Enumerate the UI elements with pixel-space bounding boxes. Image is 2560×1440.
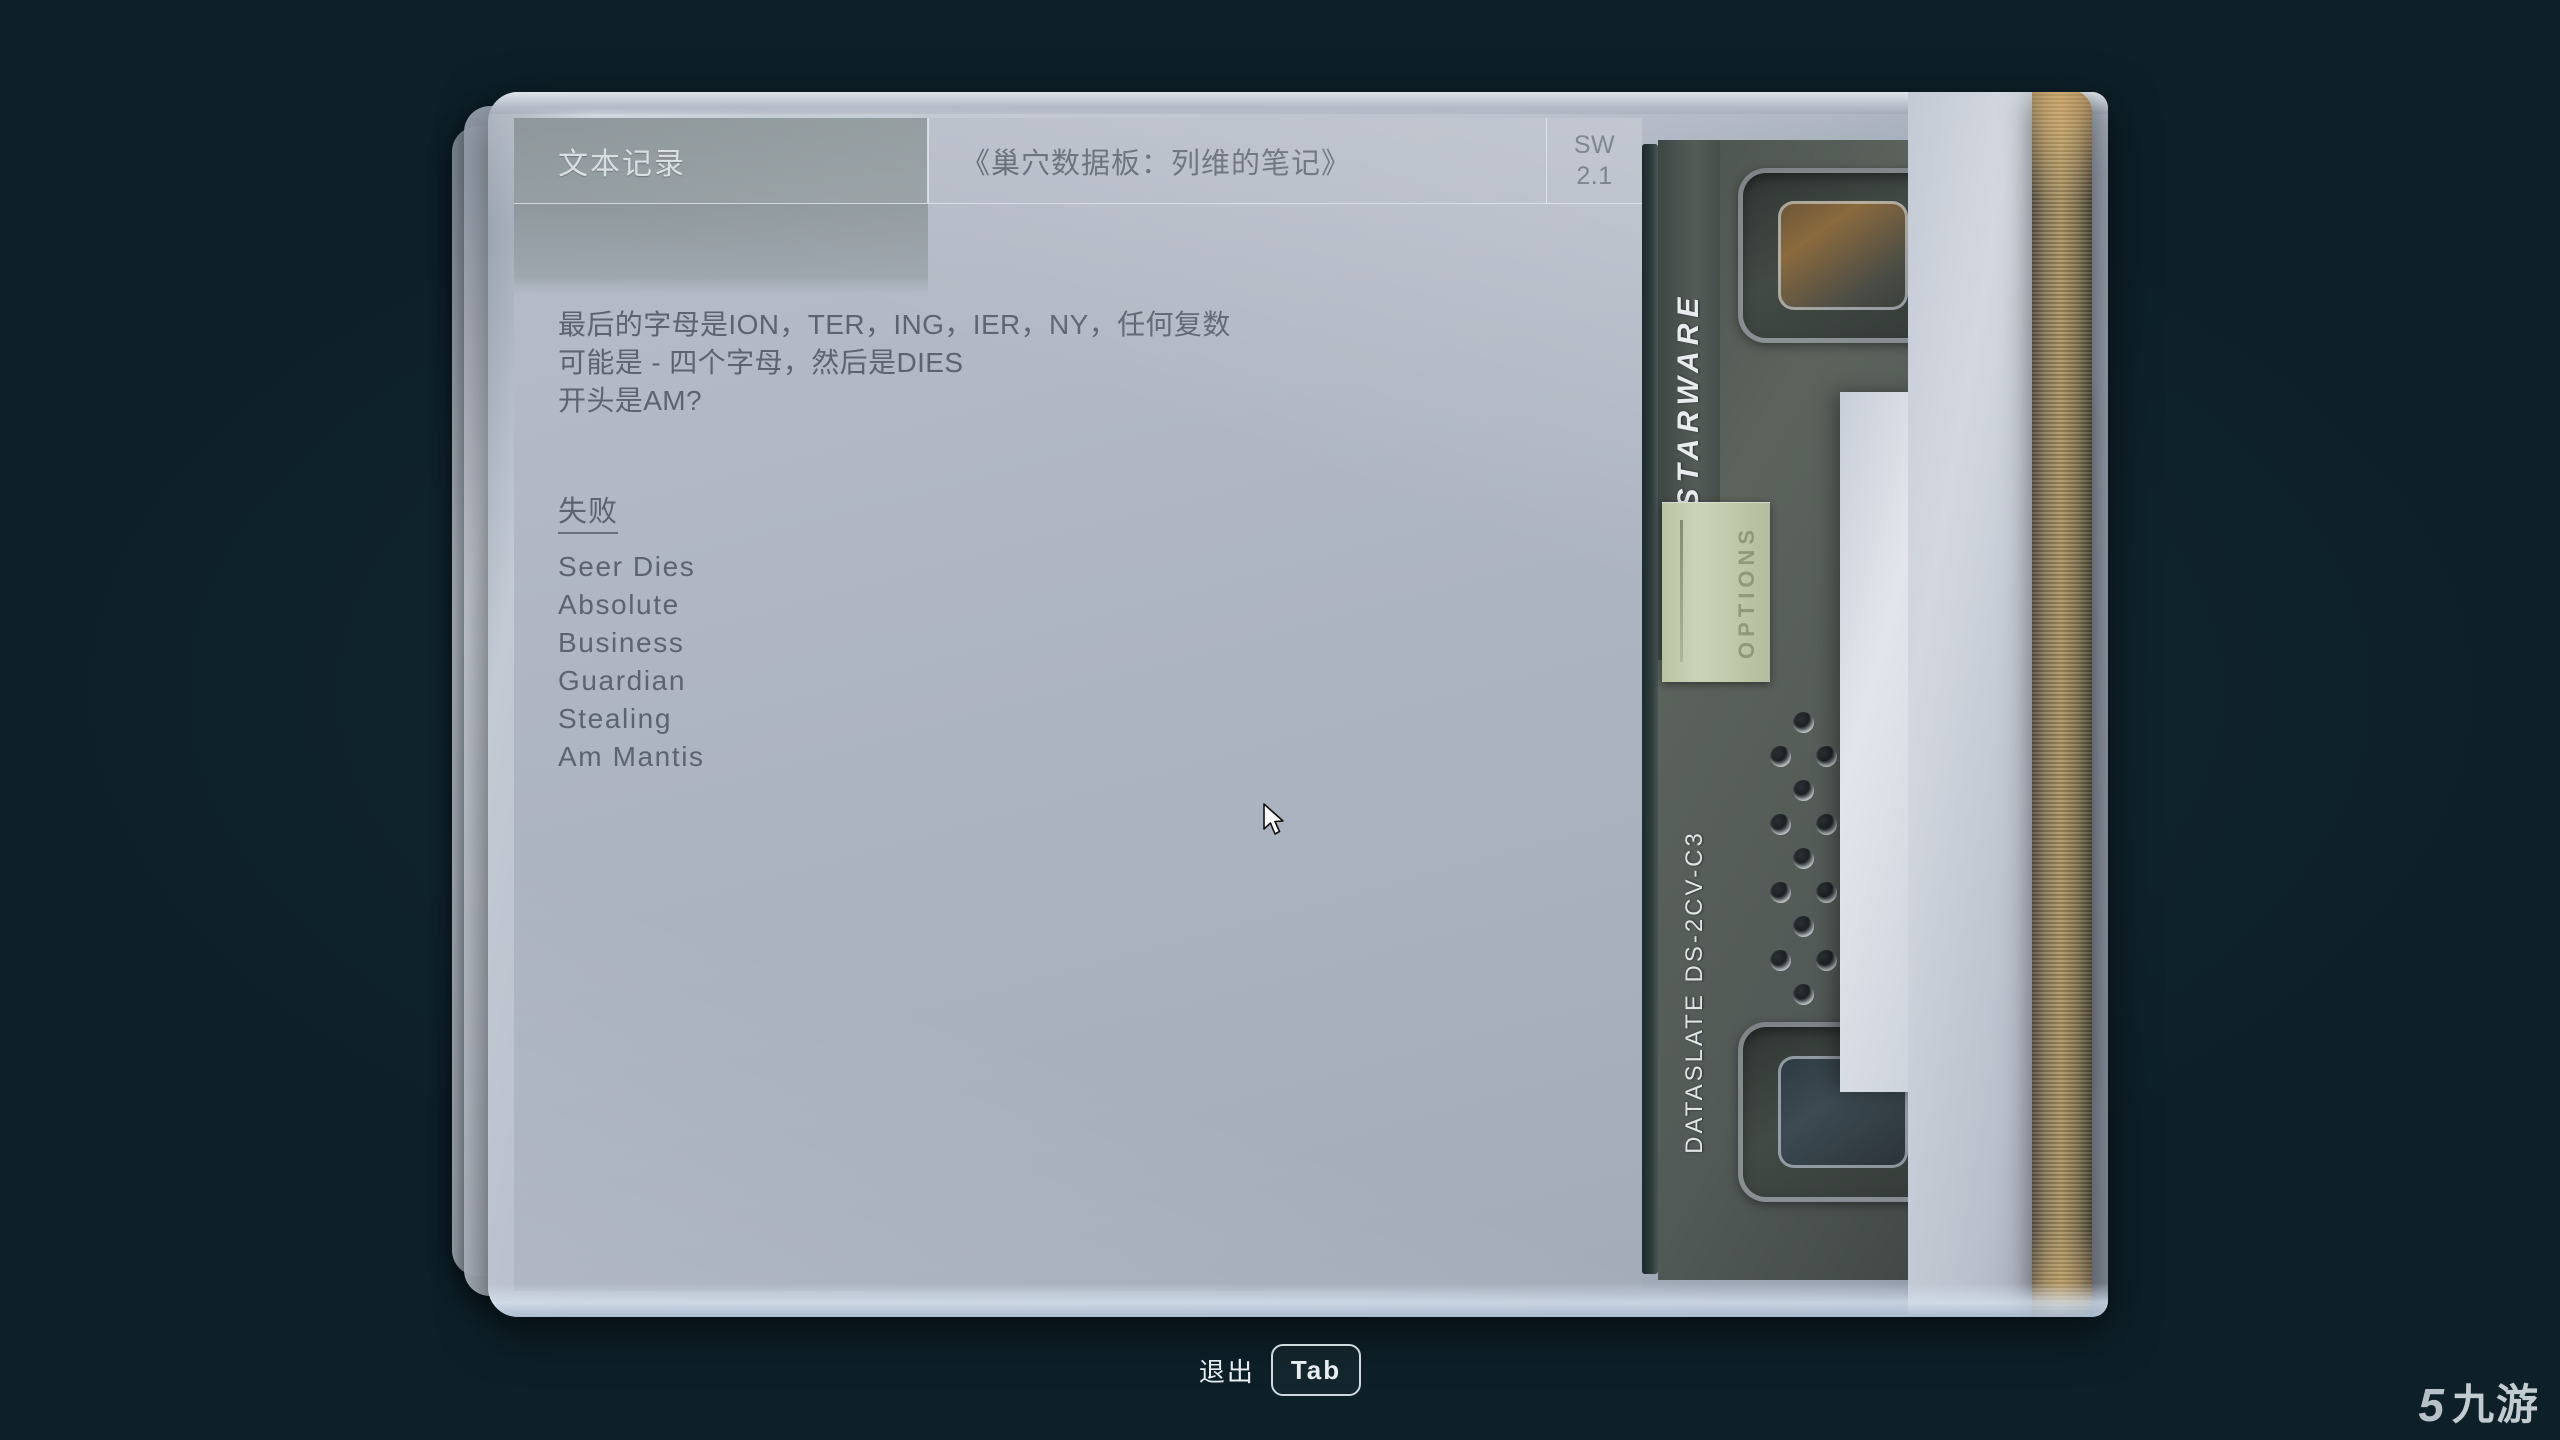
list-item: Absolute: [558, 589, 680, 620]
software-version-line2: 2.1: [1576, 161, 1613, 190]
options-button-label: OPTIONS: [1734, 524, 1759, 660]
document-line: 最后的字母是ION，TER，ING，IER，NY，任何复数: [558, 309, 1231, 340]
document-paragraph: 最后的字母是ION，TER，ING，IER，NY，任何复数 可能是 - 四个字母…: [558, 306, 1602, 420]
document-title: 《巢穴数据板：列维的笔记》: [961, 147, 1352, 180]
options-button[interactable]: OPTIONS: [1662, 502, 1770, 682]
tab-text-records[interactable]: 文本记录: [514, 118, 928, 204]
section-heading-failures: 失败: [558, 488, 619, 534]
document-line: 开头是AM?: [558, 385, 702, 416]
list-item: Stealing: [558, 703, 672, 734]
tab-text-records-label: 文本记录: [558, 147, 686, 181]
mouse-cursor: [1262, 803, 1288, 837]
document-title-bar: 《巢穴数据板：列维的笔记》: [928, 118, 1546, 204]
tab-panel-extension: [514, 204, 928, 294]
software-version-badge: SW 2.1: [1546, 118, 1642, 204]
list-item: Business: [558, 627, 685, 658]
watermark-text: 九游: [2451, 1381, 2540, 1428]
device-spine: [2032, 92, 2092, 1317]
model-label-strip: DATASLATE DS-2CV-C3: [1662, 692, 1728, 1292]
exit-key-button[interactable]: Tab: [1270, 1344, 1362, 1396]
watermark-logo: 5 九游: [2418, 1382, 2540, 1428]
failure-list: Seer Dies Absolute Business Guardian Ste…: [558, 548, 1602, 776]
dataslate-model-label: DATASLATE DS-2CV-C3: [1681, 830, 1708, 1154]
hardware-button-top-inset: [1777, 201, 1909, 310]
device-screen: 文本记录 《巢穴数据板：列维的笔记》 SW 2.1 最后的字母是ION，TER，…: [514, 118, 1642, 1291]
exit-label: 退出: [1198, 1356, 1255, 1387]
dataslate-device: 文本记录 《巢穴数据板：列维的笔记》 SW 2.1 最后的字母是ION，TER，…: [452, 92, 2150, 1342]
options-button-slot: [1680, 520, 1683, 662]
list-item: Seer Dies: [558, 551, 696, 582]
document-body: 最后的字母是ION，TER，ING，IER，NY，任何复数 可能是 - 四个字母…: [558, 306, 1602, 776]
document-line: 可能是 - 四个字母，然后是DIES: [558, 347, 964, 378]
device-shell: 文本记录 《巢穴数据板：列维的笔记》 SW 2.1 最后的字母是ION，TER，…: [488, 92, 2108, 1317]
list-item: Guardian: [558, 665, 686, 696]
device-seam: [1642, 144, 1658, 1274]
footer-prompt-bar: 退出 Tab: [0, 1344, 2560, 1396]
starware-brand-label: STARWARE: [1672, 291, 1705, 509]
watermark-mark-icon: 5: [2418, 1379, 2444, 1431]
device-right-body: [1908, 92, 2092, 1317]
software-version-line1: SW: [1573, 131, 1616, 159]
device-hardware-column: STARWARE OPTIONS DATASLATE DS-2CV-C3: [1642, 92, 2092, 1317]
screen-header: 文本记录 《巢穴数据板：列维的笔记》 SW 2.1: [514, 118, 1642, 204]
list-item: Am Mantis: [558, 741, 705, 772]
